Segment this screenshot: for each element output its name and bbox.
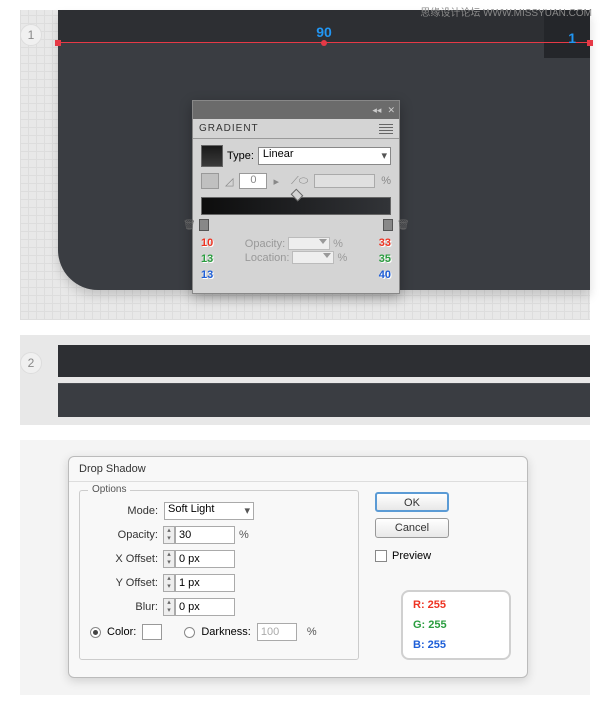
color-radio[interactable] bbox=[90, 627, 101, 638]
cancel-button[interactable]: Cancel bbox=[375, 518, 449, 538]
close-icon[interactable]: ✕ bbox=[387, 105, 395, 116]
trash-right-icon[interactable] bbox=[397, 219, 409, 233]
type-dropdown[interactable]: Linear bbox=[258, 147, 391, 165]
gradient-stop-left[interactable] bbox=[199, 219, 209, 231]
bar-bottom bbox=[58, 383, 590, 417]
gradient-stop-right[interactable] bbox=[383, 219, 393, 231]
step-1-badge: 1 bbox=[20, 24, 42, 46]
aspect-icon: ⟋⬭ bbox=[291, 175, 308, 188]
location-pct: % bbox=[337, 252, 347, 264]
left-g: 13 bbox=[201, 251, 213, 267]
drop-shadow-dialog: Drop Shadow Options Mode: Soft Light Opa… bbox=[68, 456, 528, 678]
xoffset-spinner[interactable] bbox=[163, 550, 175, 568]
gradient-ramp[interactable] bbox=[201, 197, 391, 215]
blur-input[interactable] bbox=[175, 598, 235, 616]
opacity-slider[interactable] bbox=[288, 237, 330, 250]
panel-menu-icon[interactable] bbox=[379, 124, 393, 134]
right-r: 33 bbox=[379, 235, 391, 251]
yoffset-spinner[interactable] bbox=[163, 574, 175, 592]
width-measure: 90 bbox=[316, 24, 332, 40]
bar-top bbox=[58, 345, 590, 377]
opacity-input[interactable] bbox=[175, 526, 235, 544]
selection-handle-right[interactable] bbox=[587, 40, 593, 46]
reverse-icon[interactable] bbox=[201, 173, 219, 189]
angle-flyout-icon[interactable]: ▸ bbox=[273, 175, 279, 188]
xoffset-input[interactable] bbox=[175, 550, 235, 568]
angle-input[interactable]: 0 bbox=[239, 173, 267, 189]
type-label: Type: bbox=[227, 150, 254, 162]
opacity-lbl: Opacity: bbox=[90, 529, 158, 541]
angle-icon: ◿ bbox=[225, 175, 233, 188]
darkness-unit: % bbox=[307, 626, 317, 638]
mode-select[interactable]: Soft Light bbox=[164, 502, 254, 520]
darkness-radio[interactable] bbox=[184, 627, 195, 638]
selection-handle-left[interactable] bbox=[55, 40, 61, 46]
right-stop-rgb: 33 35 40 bbox=[379, 235, 391, 283]
step-2-badge: 2 bbox=[20, 352, 42, 374]
trash-left-icon[interactable] bbox=[183, 219, 195, 233]
rgb-callout: R: 255 G: 255 B: 255 bbox=[401, 590, 511, 660]
gradient-tab-bar: GRADIENT bbox=[193, 119, 399, 139]
location-slider[interactable] bbox=[292, 251, 334, 264]
xoffset-lbl: X Offset: bbox=[90, 553, 158, 565]
side-measure: 1 bbox=[568, 30, 576, 46]
collapse-icon[interactable]: ◂◂ bbox=[372, 105, 381, 116]
panel-2-canvas bbox=[20, 335, 590, 425]
opacity-unit: % bbox=[239, 529, 249, 541]
left-r: 10 bbox=[201, 235, 213, 251]
opacity-pct: % bbox=[333, 238, 343, 250]
yoffset-lbl: Y Offset: bbox=[90, 577, 158, 589]
opacity-label: Opacity: bbox=[245, 238, 285, 250]
location-label: Location: bbox=[245, 252, 290, 264]
gradient-panel: ◂◂ ✕ GRADIENT Type: Linear ◿ 0 ▸ ⟋⬭ % bbox=[192, 100, 400, 294]
dialog-title: Drop Shadow bbox=[69, 457, 527, 482]
blur-spinner[interactable] bbox=[163, 598, 175, 616]
rgb-g: G: 255 bbox=[413, 615, 499, 635]
ok-button[interactable]: OK bbox=[375, 492, 449, 512]
color-swatch[interactable] bbox=[142, 624, 162, 640]
options-fieldset: Options Mode: Soft Light Opacity: % X Of… bbox=[79, 490, 359, 660]
gradient-tab-label[interactable]: GRADIENT bbox=[199, 123, 259, 134]
preview-checkbox[interactable] bbox=[375, 550, 387, 562]
aspect-slider[interactable] bbox=[314, 174, 375, 188]
darkness-lbl: Darkness: bbox=[201, 626, 251, 638]
options-legend: Options bbox=[88, 484, 130, 495]
mode-label: Mode: bbox=[90, 505, 158, 517]
preview-label: Preview bbox=[392, 550, 431, 562]
darkness-input bbox=[257, 623, 297, 641]
selection-handle-center[interactable] bbox=[321, 40, 327, 46]
rgb-b: B: 255 bbox=[413, 635, 499, 655]
right-g: 35 bbox=[379, 251, 391, 267]
left-stop-rgb: 10 13 13 bbox=[201, 235, 213, 283]
blur-lbl: Blur: bbox=[90, 601, 158, 613]
aspect-percent: % bbox=[381, 175, 391, 187]
yoffset-input[interactable] bbox=[175, 574, 235, 592]
opacity-spinner[interactable] bbox=[163, 526, 175, 544]
gradient-swatch[interactable] bbox=[201, 145, 223, 167]
gradient-panel-header: ◂◂ ✕ bbox=[193, 101, 399, 119]
rgb-r: R: 255 bbox=[413, 595, 499, 615]
watermark: 思缘设计论坛 WWW.MISSYUAN.COM bbox=[420, 4, 592, 19]
right-b: 40 bbox=[379, 267, 391, 283]
color-lbl: Color: bbox=[107, 626, 136, 638]
left-b: 13 bbox=[201, 267, 213, 283]
